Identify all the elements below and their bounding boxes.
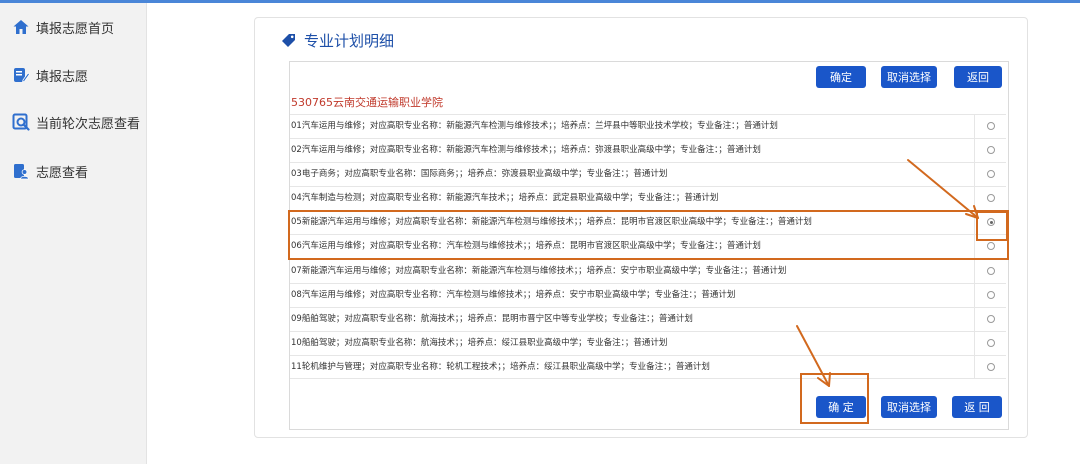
plan-row[interactable]: 08汽车运用与维修；对应高职专业名称：汽车检测与维修技术；；培养点：安宁市职业高… xyxy=(290,282,1006,307)
row-divider xyxy=(974,331,975,355)
confirm-button-bottom[interactable]: 确 定 xyxy=(816,396,866,418)
plan-row[interactable]: 06汽车运用与维修；对应高职专业名称：汽车检测与维修技术；；培养点：昆明市官渡区… xyxy=(290,234,1006,259)
plan-row-text: 11轮机维护与管理；对应高职专业名称：轮机工程技术；；培养点：绥江县职业高级中学… xyxy=(291,361,710,372)
edit-icon xyxy=(14,68,30,83)
plan-row[interactable]: 11轮机维护与管理；对应高职专业名称：轮机工程技术；；培养点：绥江县职业高级中学… xyxy=(290,354,1006,380)
user-icon xyxy=(14,164,29,180)
row-divider xyxy=(974,235,975,259)
plan-row-text: 01汽车运用与维修；对应高职专业名称：新能源汽车检测与维修技术；；培养点：兰坪县… xyxy=(291,121,778,131)
sidebar-item-label: 填报志愿首页 xyxy=(36,21,115,37)
tag-icon xyxy=(282,34,295,47)
plan-row[interactable]: 02汽车运用与维修；对应高职专业名称：新能源汽车检测与维修技术；；培养点：弥渡县… xyxy=(290,138,1006,163)
back-button-bottom[interactable]: 返 回 xyxy=(952,396,1002,418)
plan-row-text: 04汽车制造与检测；对应高职专业名称：新能源汽车技术；；培养点：武定县职业高级中… xyxy=(291,193,719,204)
plan-row-text: 02汽车运用与维修；对应高职专业名称：新能源汽车检测与维修技术；；培养点：弥渡县… xyxy=(291,145,761,156)
plan-row[interactable]: 09船舶驾驶；对应高职专业名称：航海技术；；培养点：昆明市晋宁区中等专业学校；专… xyxy=(290,306,1006,331)
plan-radio[interactable] xyxy=(987,194,995,203)
plan-row-text: 10船舶驾驶；对应高职专业名称：航海技术；；培养点：绥江县职业高级中学；专业备注… xyxy=(291,337,668,348)
plan-list: 01汽车运用与维修；对应高职专业名称：新能源汽车检测与维修技术；；培养点：兰坪县… xyxy=(290,114,1006,380)
row-divider xyxy=(974,259,975,283)
plan-row[interactable]: 05新能源汽车运用与维修；对应高职专业名称：新能源汽车检测与维修技术；；培养点：… xyxy=(290,210,1006,235)
plan-row[interactable]: 10船舶驾驶；对应高职专业名称：航海技术；；培养点：绥江县职业高级中学；专业备注… xyxy=(290,330,1006,355)
panel-title-text: 专业计划明细 xyxy=(304,31,395,50)
row-divider xyxy=(974,283,975,307)
plan-row-text: 03电子商务；对应高职专业名称：国际商务；；培养点：弥渡县职业高级中学；专业备注… xyxy=(291,169,668,180)
plan-row-text: 09船舶驾驶；对应高职专业名称：航海技术；；培养点：昆明市晋宁区中等专业学校；专… xyxy=(291,313,693,324)
sidebar-item-label: 填报志愿 xyxy=(36,69,89,85)
sidebar-item-current-round[interactable]: 当前轮次志愿查看 xyxy=(12,110,140,134)
sidebar-item-view[interactable]: 志愿查看 xyxy=(12,159,88,183)
sidebar-item-label: 志愿查看 xyxy=(36,165,89,181)
plan-row-text: 08汽车运用与维修；对应高职专业名称：汽车检测与维修技术；；培养点：安宁市职业高… xyxy=(291,289,736,300)
search-icon xyxy=(12,113,30,131)
row-divider xyxy=(974,355,975,379)
plan-radio[interactable] xyxy=(987,314,995,323)
row-divider xyxy=(974,307,975,331)
plan-radio[interactable] xyxy=(987,146,995,155)
plan-radio[interactable] xyxy=(987,242,995,251)
plan-row[interactable]: 03电子商务；对应高职专业名称：国际商务；；培养点：弥渡县职业高级中学；专业备注… xyxy=(290,162,1006,187)
sidebar-item-home[interactable]: 填报志愿首页 xyxy=(12,15,114,39)
plan-radio[interactable] xyxy=(987,218,995,227)
home-icon xyxy=(13,20,29,34)
school-name: 530765云南交通运输职业学院 xyxy=(291,96,443,109)
plan-radio[interactable] xyxy=(987,338,995,347)
sidebar-item-fill[interactable]: 填报志愿 xyxy=(12,63,88,87)
row-divider xyxy=(974,187,975,211)
plan-radio[interactable] xyxy=(987,170,995,179)
sidebar: 填报志愿首页 填报志愿 当前轮次志愿查看 志愿查看 xyxy=(0,3,147,464)
top-accent-bar xyxy=(0,0,1080,3)
plan-row[interactable]: 04汽车制造与检测；对应高职专业名称：新能源汽车技术；；培养点：武定县职业高级中… xyxy=(290,186,1006,211)
cancel-selection-button-top[interactable]: 取消选择 xyxy=(881,66,937,88)
plan-radio[interactable] xyxy=(987,290,995,299)
row-divider xyxy=(974,163,975,187)
confirm-button-top[interactable]: 确定 xyxy=(816,66,866,88)
plan-row[interactable]: 01汽车运用与维修；对应高职专业名称：新能源汽车检测与维修技术；；培养点：兰坪县… xyxy=(290,114,1006,139)
plan-row-text: 06汽车运用与维修；对应高职专业名称：汽车检测与维修技术；；培养点：昆明市官渡区… xyxy=(291,241,761,252)
plan-row-text: 05新能源汽车运用与维修；对应高职专业名称：新能源汽车检测与维修技术；；培养点：… xyxy=(291,217,812,228)
plan-row[interactable]: 07新能源汽车运用与维修；对应高职专业名称：新能源汽车检测与维修技术；；培养点：… xyxy=(290,258,1006,283)
back-button-top[interactable]: 返回 xyxy=(954,66,1002,88)
row-divider xyxy=(974,115,975,139)
cancel-selection-button-bottom[interactable]: 取消选择 xyxy=(881,396,937,418)
plan-row-text: 07新能源汽车运用与维修；对应高职专业名称：新能源汽车检测与维修技术；；培养点：… xyxy=(291,265,787,276)
plan-radio[interactable] xyxy=(987,266,995,275)
sidebar-item-label: 当前轮次志愿查看 xyxy=(36,116,141,132)
plan-radio[interactable] xyxy=(987,122,995,130)
row-divider xyxy=(974,211,975,235)
panel-title: 专业计划明细 xyxy=(280,28,394,52)
plan-radio[interactable] xyxy=(987,362,995,371)
row-divider xyxy=(974,139,975,163)
